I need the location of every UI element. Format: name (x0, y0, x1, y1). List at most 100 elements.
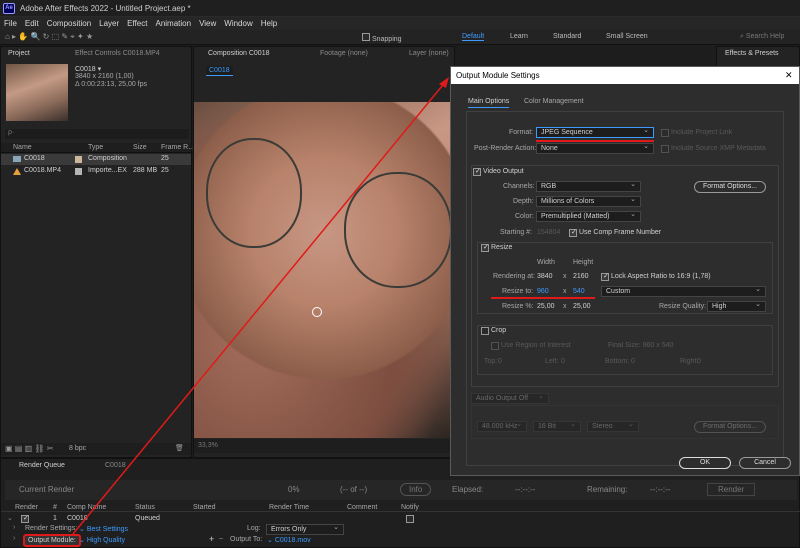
crop-left-field[interactable]: 0 (561, 358, 565, 365)
crop-bottom-field[interactable]: 0 (631, 358, 635, 365)
video-output-checkbox[interactable] (473, 168, 481, 176)
col-name[interactable]: Name (13, 144, 32, 151)
col-comp-name[interactable]: Comp Name (67, 504, 106, 511)
menu-help[interactable]: Help (257, 17, 281, 30)
add-output-icon[interactable]: + (209, 534, 214, 544)
list-item[interactable]: C0018 Composition 25 (1, 154, 191, 165)
notify-checkbox[interactable] (406, 515, 414, 523)
composition-viewer[interactable] (194, 102, 454, 438)
include-xmp-checkbox[interactable] (661, 145, 669, 153)
post-render-select[interactable]: None (536, 142, 654, 154)
menu-window[interactable]: Window (220, 17, 256, 30)
output-module-value[interactable]: ⌄ High Quality (79, 536, 125, 544)
col-comment[interactable]: Comment (347, 504, 377, 511)
resize-percent-width: 25,00 (537, 303, 555, 310)
crop-top-field[interactable]: 0 (498, 358, 502, 365)
trash-icon[interactable]: 🗑 (175, 444, 184, 452)
tab-render-queue[interactable]: Render Queue (19, 462, 65, 469)
channels-label: Channels: (503, 183, 535, 190)
crop-right-field[interactable]: 0 (697, 358, 701, 365)
tab-main-options[interactable]: Main Options (468, 98, 510, 108)
workspace-small-screen[interactable]: Small Screen (606, 33, 648, 40)
col-size[interactable]: Size (133, 144, 147, 151)
ok-button[interactable]: OK (679, 457, 731, 469)
table-row[interactable]: ⌄ 1 C0018 Queued (1, 514, 800, 524)
annotation-underline (536, 140, 654, 142)
render-button[interactable]: Render (707, 483, 756, 496)
menu-view[interactable]: View (195, 17, 220, 30)
menu-layer[interactable]: Layer (95, 17, 123, 30)
tab-comp-timeline[interactable]: C0018 (105, 462, 126, 469)
workspace-default[interactable]: Default (462, 33, 485, 41)
menu-composition[interactable]: Composition (43, 17, 95, 30)
expand-chevron-icon[interactable]: ⌄ (7, 514, 13, 522)
snapping-toggle[interactable]: Snapping (362, 33, 402, 43)
list-item[interactable]: C0018.MP4 Importe...EX 288 MB 25 (1, 166, 191, 177)
audio-output-select[interactable]: Audio Output Off (471, 392, 549, 404)
anchor-point-icon[interactable] (312, 307, 322, 317)
workspace-learn[interactable]: Learn (510, 33, 528, 40)
tab-composition[interactable]: Composition C0018 (208, 50, 269, 57)
col-render-time[interactable]: Render Time (269, 504, 309, 511)
menu-edit[interactable]: Edit (21, 17, 43, 30)
expand-arrow-icon[interactable]: › (13, 524, 15, 531)
resize-height-field[interactable]: 540 (573, 288, 585, 295)
col-frame-rate[interactable]: Frame R... (161, 144, 194, 151)
audio-format-options-button[interactable]: Format Options... (694, 421, 766, 433)
lock-aspect-checkbox[interactable] (601, 273, 609, 281)
use-comp-frame-checkbox[interactable] (569, 229, 577, 237)
starting-number-field[interactable]: 154804 (537, 229, 560, 236)
workspace-standard[interactable]: Standard (553, 33, 581, 40)
col-started[interactable]: Started (193, 504, 216, 511)
search-help[interactable]: ⌕ Search Help (740, 33, 784, 41)
menu-file[interactable]: File (0, 17, 21, 30)
menu-effect[interactable]: Effect (123, 17, 151, 30)
expand-arrow-icon[interactable]: › (13, 535, 15, 542)
tab-effects-presets[interactable]: Effects & Presets (725, 50, 779, 57)
tab-footage[interactable]: Footage (none) (320, 50, 368, 57)
menu-animation[interactable]: Animation (151, 17, 195, 30)
use-roi-checkbox[interactable] (491, 342, 499, 350)
include-project-link-label: Include Project Link (671, 129, 733, 136)
audio-rate-select[interactable]: 48.000 kHz (477, 420, 527, 432)
render-settings-value[interactable]: ⌄ Best Settings (79, 525, 128, 533)
col-number[interactable]: # (53, 504, 57, 511)
tab-project[interactable]: Project (8, 50, 30, 57)
crop-top-label: Top: (484, 358, 498, 365)
tool-icons[interactable]: ⌂ ▸ ✋ 🔍 ↻ ⬚ ✎ ⌖ ✦ ★ (5, 32, 93, 42)
format-options-button[interactable]: Format Options... (694, 181, 766, 193)
resize-checkbox[interactable] (481, 244, 489, 252)
tab-color-management[interactable]: Color Management (524, 98, 584, 105)
footer-icons[interactable]: ▣ ▤ ▥ ⛓ ✂ (5, 444, 53, 453)
col-render[interactable]: Render (15, 504, 38, 511)
format-select[interactable]: JPEG Sequence (536, 126, 654, 138)
audio-channels-select[interactable]: Stereo (587, 420, 639, 432)
output-to-value[interactable]: ⌄ C0018.mov (267, 536, 311, 544)
col-type[interactable]: Type (88, 144, 103, 151)
tab-effect-controls[interactable]: Effect Controls C0018.MP4 (75, 50, 160, 57)
info-button[interactable]: Info (400, 483, 432, 496)
col-notify[interactable]: Notify (401, 504, 419, 511)
col-status[interactable]: Status (135, 504, 155, 511)
include-project-link-checkbox[interactable] (661, 129, 669, 137)
color-label: Color: (515, 213, 534, 220)
crop-checkbox[interactable] (481, 327, 489, 335)
resize-preset-select[interactable]: Custom (601, 285, 766, 297)
tab-layer[interactable]: Layer (none) (409, 50, 449, 57)
render-settings-row: › Render Settings: ⌄ Best Settings Log: … (1, 523, 800, 535)
project-search-input[interactable]: ρ· (5, 129, 189, 139)
color-select[interactable]: Premultiplied (Matted) (536, 210, 641, 222)
remove-output-icon[interactable]: – (219, 535, 223, 542)
dialog-title-bar: Output Module Settings ✕ (451, 67, 799, 84)
render-checkbox[interactable] (21, 515, 29, 523)
resize-quality-select[interactable]: High (707, 300, 766, 312)
zoom-level[interactable]: 33,3% (198, 442, 218, 449)
resize-width-field[interactable]: 960 (537, 288, 549, 295)
close-icon[interactable]: ✕ (785, 70, 793, 81)
audio-bits-select[interactable]: 16 Bit (533, 420, 581, 432)
comp-chip[interactable]: C0018 (206, 66, 233, 76)
depth-select[interactable]: Millions of Colors (536, 195, 641, 207)
channels-select[interactable]: RGB (536, 180, 641, 192)
bpc-indicator[interactable]: 8 bpc (69, 445, 86, 452)
cancel-button[interactable]: Cancel (739, 457, 791, 469)
